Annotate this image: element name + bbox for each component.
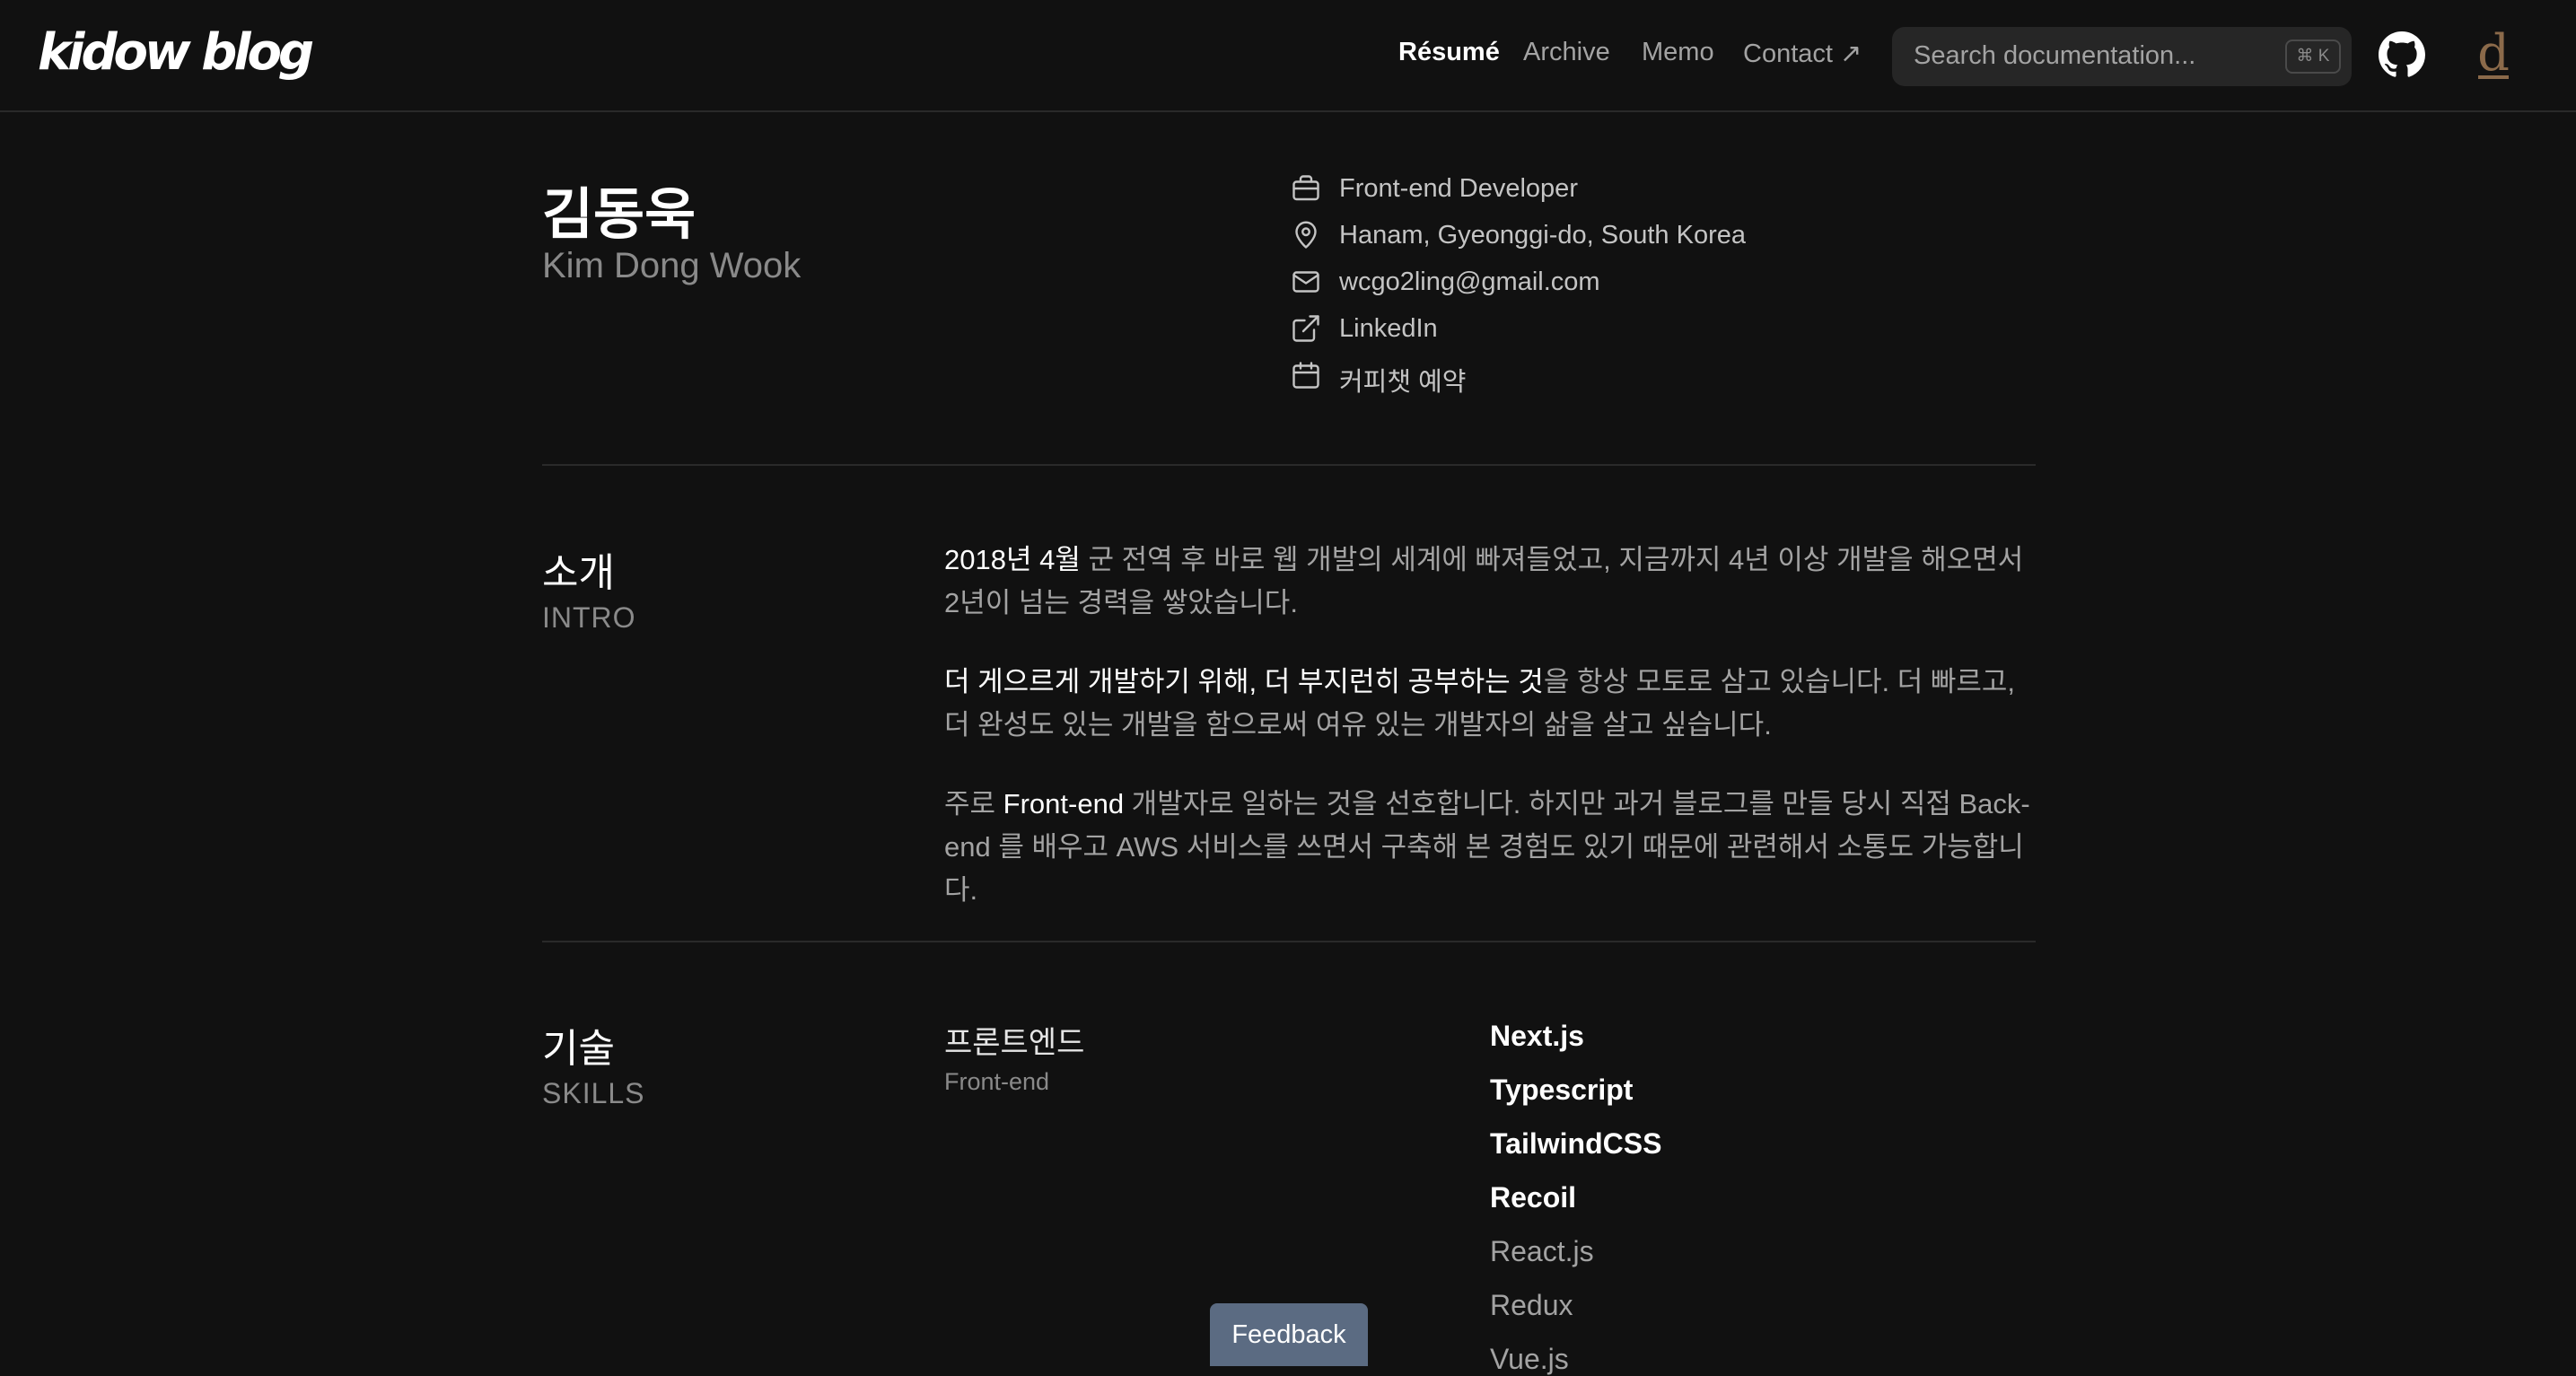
profile-name-english: Kim Dong Wook bbox=[542, 246, 802, 285]
intro-paragraph-2: 더 게으르게 개발하기 위해, 더 부지런히 공부하는 것을 항상 모토로 삼고… bbox=[944, 661, 2039, 747]
search-input[interactable]: Search documentation... ⌘ K bbox=[1892, 27, 2352, 86]
intro-p2-highlight: 더 게으르게 개발하기 위해, 더 부지런히 공부하는 것 bbox=[944, 666, 1544, 697]
map-pin-icon bbox=[1295, 221, 1317, 249]
avatar[interactable]: d bbox=[2475, 27, 2512, 81]
info-role-text: Front-end Developer bbox=[1339, 174, 1578, 203]
github-icon[interactable] bbox=[2379, 31, 2425, 78]
intro-p1-text: 군 전역 후 바로 웹 개발의 세계에 빠져들었고, 지금까지 4년 이상 개발… bbox=[944, 544, 2024, 618]
skill-category-title: 프론트엔드 bbox=[944, 1026, 1085, 1060]
intro-paragraph-3: 주로 Front-end 개발자로 일하는 것을 선호합니다. 하지만 과거 블… bbox=[944, 783, 2039, 912]
info-email-link[interactable]: wcgo2ling@gmail.com bbox=[1339, 267, 1600, 297]
skill-category-subtitle: Front-end bbox=[944, 1068, 1050, 1095]
nav-resume[interactable]: Résumé bbox=[1398, 38, 1500, 74]
skill-item: React.js bbox=[1490, 1235, 1594, 1267]
skills-subtitle: SKILLS bbox=[542, 1077, 645, 1109]
briefcase-icon bbox=[1292, 175, 1319, 201]
site-logo[interactable]: kidow blog bbox=[38, 23, 314, 82]
skills-title: 기술 bbox=[542, 1027, 615, 1071]
nav-memo[interactable]: Memo bbox=[1642, 38, 1714, 74]
section-divider bbox=[542, 464, 2036, 466]
top-header: kidow blog Résumé Archive Memo Contact ↗… bbox=[0, 0, 2576, 112]
intro-paragraph-1: 2018년 4월 군 전역 후 바로 웹 개발의 세계에 빠져들었고, 지금까지… bbox=[944, 539, 2039, 625]
intro-subtitle: INTRO bbox=[542, 601, 636, 634]
search-shortcut-badge: ⌘ K bbox=[2285, 39, 2341, 74]
skill-item: Recoil bbox=[1490, 1181, 1577, 1214]
search-placeholder: Search documentation... bbox=[1914, 41, 2196, 70]
intro-p3-prefix: 주로 bbox=[944, 788, 1003, 819]
intro-title: 소개 bbox=[542, 551, 615, 595]
skill-item: Vue.js bbox=[1490, 1343, 1569, 1375]
skill-item: Redux bbox=[1490, 1289, 1573, 1321]
nav-archive[interactable]: Archive bbox=[1523, 38, 1610, 74]
skill-item: TailwindCSS bbox=[1490, 1127, 1662, 1160]
feedback-button[interactable]: Feedback bbox=[1210, 1303, 1368, 1366]
skill-item: Typescript bbox=[1490, 1074, 1634, 1106]
profile-name-korean: 김동욱 bbox=[542, 184, 697, 246]
nav-contact[interactable]: Contact ↗ bbox=[1743, 38, 1862, 74]
calendar-icon bbox=[1292, 362, 1319, 389]
info-coffeechat-link[interactable]: 커피챗 예약 bbox=[1339, 361, 1466, 399]
intro-p1-highlight: 2018년 4월 bbox=[944, 544, 1081, 575]
mail-icon bbox=[1292, 271, 1319, 293]
skill-item: Next.js bbox=[1490, 1020, 1584, 1052]
external-link-icon bbox=[1292, 315, 1319, 342]
info-location-text: Hanam, Gyeonggi-do, South Korea bbox=[1339, 221, 1746, 250]
intro-p3-highlight: Front-end bbox=[1003, 788, 1125, 819]
info-linkedin-link[interactable]: LinkedIn bbox=[1339, 314, 1438, 344]
section-divider bbox=[542, 941, 2036, 942]
